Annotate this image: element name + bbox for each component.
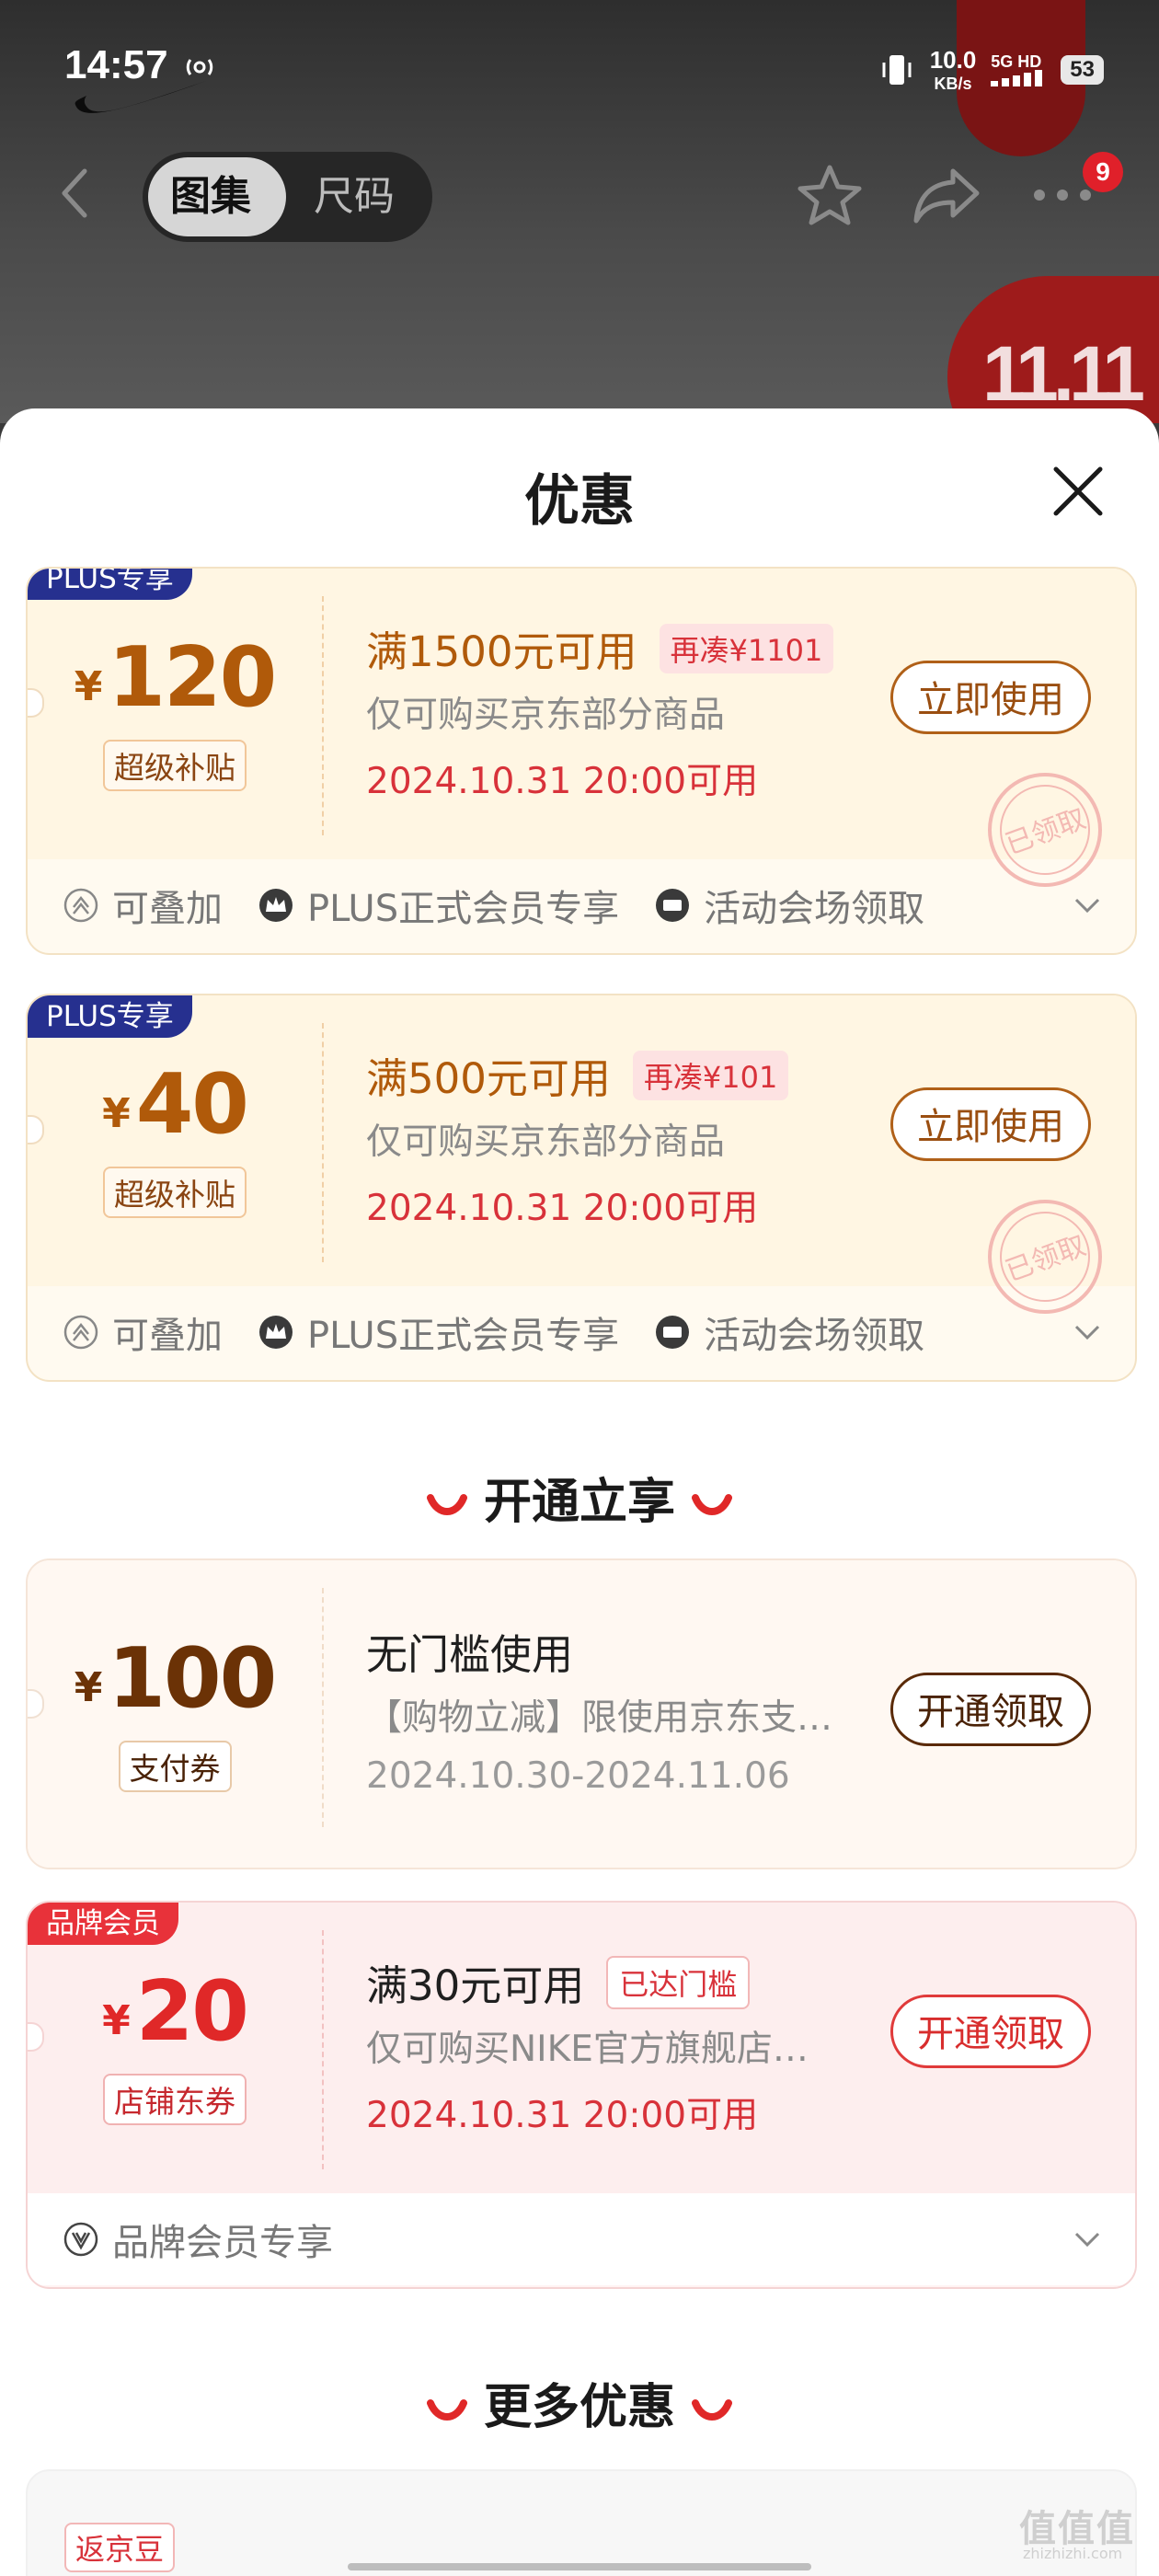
coupon-features: 品牌会员专享	[28, 2193, 1135, 2285]
feature-stackable: 可叠加	[63, 1305, 223, 1359]
coupon-amount: ¥40	[102, 1056, 249, 1153]
battery-indicator: 53	[1061, 55, 1104, 85]
coupon-description: 仅可购买NIKE官方旗舰店…	[366, 2029, 809, 2070]
coupon-description: 仅可购买京东部分商品	[366, 695, 726, 736]
coupon-amount: ¥20	[102, 1963, 249, 2060]
sheet-title: 优惠	[524, 469, 635, 534]
jd-beans-tag: 返京豆	[64, 2523, 176, 2572]
more-offer-card: 返京豆	[26, 2469, 1137, 2576]
coupon-card: ¥100 支付券 无门槛使用 【购物立减】限使用京东支… 2024.10.30-…	[26, 1558, 1137, 1869]
status-time: 14:57	[64, 42, 168, 87]
ticket-icon	[656, 1316, 690, 1349]
coupon-divider	[322, 1023, 324, 1262]
discount-sheet: 优惠 PLUS专享 ¥120 超级补贴 满1500元可用 再凑¥1101 仅可购…	[0, 408, 1159, 2576]
coupon-description: 仅可购买京东部分商品	[366, 1121, 726, 1163]
coupon-condition: 满500元可用 再凑¥101	[366, 1045, 789, 1105]
signal-bars-icon	[991, 70, 1043, 86]
threshold-met-pill: 已达门槛	[606, 1955, 751, 2009]
close-icon[interactable]	[1050, 464, 1106, 519]
status-icons: 10.0 KB/s 5G HD 53	[878, 46, 1104, 94]
coupon-amount: ¥120	[74, 629, 277, 726]
coupon-type-label: 支付券	[28, 1741, 322, 1792]
share-icon[interactable]	[912, 166, 982, 224]
signal-indicator: 5G HD	[991, 53, 1046, 86]
coupon-divider	[322, 1930, 324, 2169]
ticket-icon	[656, 889, 690, 922]
coupon-amount: ¥100	[74, 1630, 277, 1727]
smile-accent-icon	[426, 2399, 467, 2421]
coupon-main: PLUS专享 ¥40 超级补贴 满500元可用 再凑¥101 仅可购买京东部分商…	[28, 995, 1135, 1314]
tab-gallery[interactable]: 图集	[170, 152, 251, 242]
chevron-down-icon[interactable]	[1073, 1321, 1102, 1343]
ringtone-icon	[186, 59, 213, 75]
coupon-date: 2024.10.31 20:00可用	[366, 2095, 759, 2136]
svg-text:已领取: 已领取	[1002, 1230, 1091, 1289]
feature-plus-member: PLUS正式会员专享	[258, 1305, 619, 1359]
feature-plus-member: PLUS正式会员专享	[258, 879, 619, 932]
coupon-condition: 满1500元可用 再凑¥1101	[366, 618, 834, 678]
brand-member-icon	[63, 2222, 98, 2257]
coupon-main: 品牌会员 ¥20 店铺东券 满30元可用 已达门槛 仅可购买NIKE官方旗舰店……	[28, 1903, 1135, 2193]
coupon-date: 2024.10.31 20:00可用	[366, 761, 759, 802]
coupon-divider	[322, 1588, 324, 1827]
section-heading-more: 更多优惠	[0, 2368, 1159, 2437]
feature-brand-member: 品牌会员专享	[63, 2213, 333, 2266]
vibrate-icon	[882, 55, 912, 85]
double11-logo: 11.11	[982, 330, 1145, 417]
smile-accent-icon	[426, 1494, 467, 1515]
use-now-button[interactable]: 立即使用	[890, 1087, 1091, 1161]
svg-text:已领取: 已领取	[1002, 803, 1091, 862]
chevron-down-icon[interactable]	[1073, 894, 1102, 916]
back-arrow-icon[interactable]	[57, 166, 90, 221]
plus-exclusive-tag: PLUS专享	[28, 569, 192, 600]
coupon-type-label: 店铺东券	[28, 2074, 322, 2125]
coupon-description: 【购物立减】限使用京东支…	[366, 1697, 833, 1739]
stack-icon	[63, 1315, 98, 1350]
shortfall-pill: 再凑¥101	[632, 1050, 789, 1100]
feature-event-venue: 活动会场领取	[654, 879, 924, 932]
gallery-size-tabs: 图集 尺码	[143, 152, 432, 242]
crown-icon	[259, 1316, 293, 1349]
activate-claim-button[interactable]: 开通领取	[890, 1673, 1091, 1746]
feature-stackable: 可叠加	[63, 879, 223, 932]
coupon-features: 可叠加 PLUS正式会员专享 活动会场领取	[28, 1286, 1135, 1378]
watermark-url: zhizhizhi.com	[1023, 2545, 1123, 2562]
coupon-main: PLUS专享 ¥120 超级补贴 满1500元可用 再凑¥1101 仅可购买京东…	[28, 569, 1135, 887]
coupon-condition: 无门槛使用	[366, 1630, 574, 1679]
product-gallery-backdrop: 11.11 14:57 10.0 KB/s 5G HD 53 图集 尺码 9	[0, 0, 1159, 423]
chevron-down-icon[interactable]	[1073, 2228, 1102, 2250]
shortfall-pill: 再凑¥1101	[659, 623, 834, 673]
coupon-card: PLUS专享 ¥40 超级补贴 满500元可用 再凑¥101 仅可购买京东部分商…	[26, 994, 1137, 1382]
star-icon[interactable]	[797, 162, 863, 228]
brand-member-tag: 品牌会员	[28, 1903, 178, 1945]
coupon-features: 可叠加 PLUS正式会员专享 活动会场领取	[28, 859, 1135, 951]
smile-accent-icon	[692, 1494, 732, 1515]
section-heading-open: 开通立享	[0, 1463, 1159, 1532]
feature-event-venue: 活动会场领取	[654, 1305, 924, 1359]
coupon-card: PLUS专享 ¥120 超级补贴 满1500元可用 再凑¥1101 仅可购买京东…	[26, 567, 1137, 955]
more-icon[interactable]	[1030, 184, 1095, 206]
coupon-main: ¥100 支付券 无门槛使用 【购物立减】限使用京东支… 2024.10.30-…	[28, 1560, 1135, 1868]
coupon-type-label: 超级补贴	[28, 1167, 322, 1218]
use-now-button[interactable]: 立即使用	[890, 661, 1091, 734]
coupon-date: 2024.10.30-2024.11.06	[366, 1755, 790, 1797]
coupon-card: 品牌会员 ¥20 店铺东券 满30元可用 已达门槛 仅可购买NIKE官方旗舰店……	[26, 1901, 1137, 2289]
home-indicator[interactable]	[348, 2563, 811, 2570]
notification-badge: 9	[1083, 152, 1123, 192]
coupon-divider	[322, 596, 324, 835]
coupon-type-label: 超级补贴	[28, 740, 322, 791]
coupon-date: 2024.10.31 20:00可用	[366, 1188, 759, 1229]
tab-size[interactable]: 尺码	[314, 152, 395, 242]
coupon-condition: 满30元可用 已达门槛	[366, 1952, 751, 2012]
stack-icon	[63, 888, 98, 923]
crown-icon	[259, 889, 293, 922]
activate-claim-button[interactable]: 开通领取	[890, 1995, 1091, 2068]
plus-exclusive-tag: PLUS专享	[28, 995, 192, 1038]
smile-accent-icon	[692, 2399, 732, 2421]
network-speed: 10.0 KB/s	[929, 46, 977, 93]
